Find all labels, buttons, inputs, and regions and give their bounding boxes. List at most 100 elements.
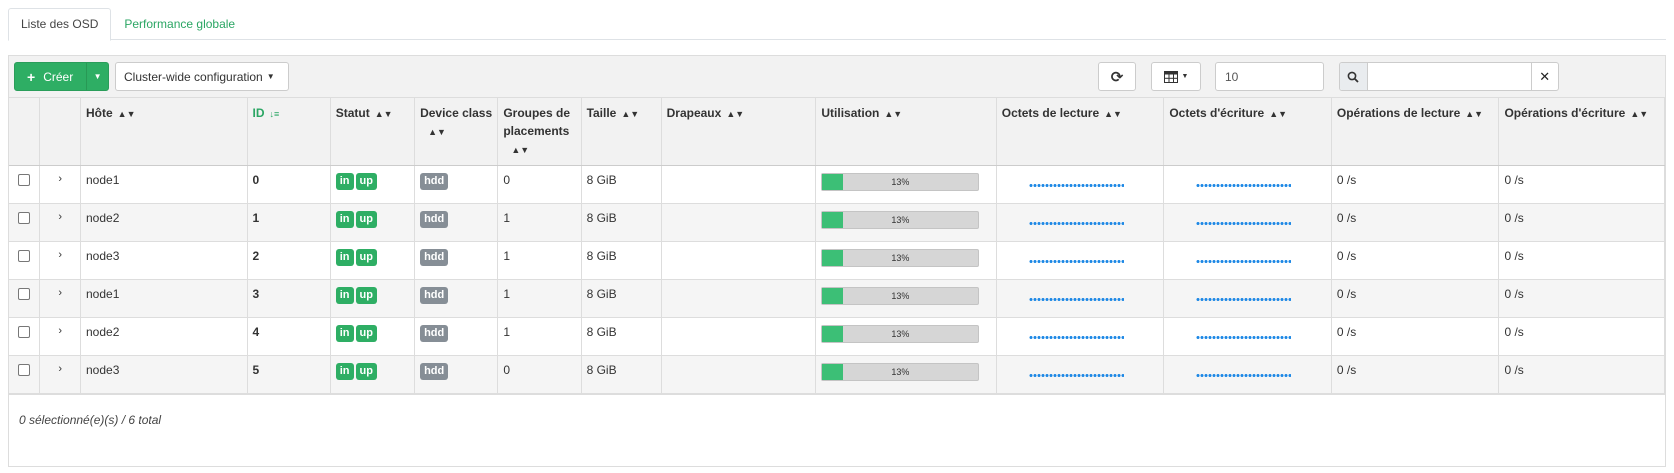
cell-device-class: hdd	[414, 165, 499, 204]
column-header-read-bytes[interactable]: Octets de lecture ▲▼	[996, 98, 1165, 166]
row-checkbox[interactable]	[18, 250, 30, 262]
status-badge-up: up	[355, 287, 377, 304]
cluster-config-label: Cluster-wide configuration	[124, 69, 263, 84]
refresh-button[interactable]: ⟳	[1098, 62, 1136, 91]
column-header-label: Drapeaux	[666, 106, 722, 120]
usage-bar: 13%	[821, 211, 980, 229]
column-header-read-ops[interactable]: Opérations de lecture ▲▼	[1331, 98, 1500, 166]
sort-icon: ▲▼	[726, 109, 745, 119]
table-row[interactable]: › node1 0 in up hdd 0 8 GiB 13% 0 /s 0 /s	[9, 165, 1665, 204]
cell-write-bytes	[1163, 203, 1332, 242]
status-badge-in: in	[335, 325, 354, 342]
chevron-right-icon: ›	[58, 173, 63, 185]
row-checkbox[interactable]	[18, 288, 30, 300]
column-header-host[interactable]: Hôte ▲▼	[80, 98, 248, 166]
row-expand-toggle[interactable]: ›	[39, 317, 81, 356]
write-bytes-sparkline	[1196, 335, 1292, 340]
column-header-status[interactable]: Statut ▲▼	[330, 98, 416, 166]
device-class-badge: hdd	[420, 325, 449, 342]
column-header-label: Hôte	[86, 106, 113, 120]
cell-read-ops: 0 /s	[1331, 165, 1500, 204]
write-bytes-sparkline	[1196, 373, 1292, 378]
cell-flags	[661, 165, 817, 204]
column-header-write-bytes[interactable]: Octets d'écriture ▲▼	[1163, 98, 1332, 166]
tab-osd-list[interactable]: Liste des OSD	[8, 8, 112, 41]
cell-read-bytes	[996, 165, 1165, 204]
row-select-cell	[9, 203, 41, 242]
row-expand-toggle[interactable]: ›	[39, 165, 81, 204]
column-header-placement-groups[interactable]: Groupes de placements ▲▼	[497, 98, 582, 166]
create-button[interactable]: + Créer	[15, 63, 86, 90]
cell-size: 8 GiB	[581, 241, 662, 280]
search-input[interactable]	[1367, 63, 1531, 90]
row-select-cell	[9, 317, 41, 356]
column-header-flags[interactable]: Drapeaux ▲▼	[661, 98, 817, 166]
cell-usage: 13%	[815, 203, 997, 242]
cell-flags	[661, 279, 817, 318]
column-header-label: Statut	[335, 106, 370, 120]
table-row[interactable]: › node2 4 in up hdd 1 8 GiB 13% 0 /s 0 /s	[9, 317, 1665, 356]
sort-icon: ▲▼	[621, 109, 640, 119]
sort-icon: ▲▼	[1630, 109, 1649, 119]
table-footer-summary: 0 sélectionné(e)(s) / 6 total	[9, 394, 1665, 444]
table-row[interactable]: › node1 3 in up hdd 1 8 GiB 13% 0 /s 0 /s	[9, 279, 1665, 318]
row-expand-toggle[interactable]: ›	[39, 241, 81, 280]
table-row[interactable]: › node3 5 in up hdd 0 8 GiB 13% 0 /s 0 /s	[9, 355, 1665, 394]
cell-read-ops: 0 /s	[1331, 279, 1500, 318]
column-header-label: Utilisation	[821, 106, 880, 120]
column-header-device-class[interactable]: Device class ▲▼	[414, 98, 499, 166]
osd-table-panel: + Créer ▼ Cluster-wide configuration ▼ ⟳…	[8, 55, 1666, 467]
row-expand-toggle[interactable]: ›	[39, 355, 81, 394]
status-badge-in: in	[335, 287, 354, 304]
status-badge-in: in	[335, 173, 354, 190]
cell-status: in up	[330, 355, 416, 394]
cell-id: 2	[247, 241, 331, 280]
cell-status: in up	[330, 203, 416, 242]
column-toggle-button[interactable]: ▼	[1151, 62, 1201, 91]
clear-search-button[interactable]: ✕	[1530, 63, 1559, 90]
usage-text: 13%	[891, 253, 910, 263]
read-bytes-sparkline	[1028, 373, 1124, 378]
cell-placement-groups: 0	[497, 355, 582, 394]
cell-read-ops: 0 /s	[1331, 355, 1500, 394]
row-checkbox[interactable]	[18, 174, 30, 186]
column-header-usage[interactable]: Utilisation ▲▼	[815, 98, 997, 166]
cell-usage: 13%	[815, 165, 997, 204]
cell-id: 5	[247, 355, 331, 394]
row-expand-toggle[interactable]: ›	[39, 279, 81, 318]
caret-down-icon: ▼	[266, 72, 275, 81]
read-bytes-sparkline	[1028, 259, 1124, 264]
cell-read-bytes	[996, 203, 1165, 242]
read-bytes-sparkline	[1028, 335, 1124, 340]
write-bytes-sparkline	[1196, 183, 1292, 188]
create-dropdown-toggle[interactable]: ▼	[86, 63, 108, 90]
tab-bar: Liste des OSD Performance globale	[8, 8, 1666, 41]
column-header-id[interactable]: ID ↓≡	[247, 98, 331, 166]
column-header-label: Groupes de placements	[503, 106, 570, 138]
row-expand-toggle[interactable]: ›	[39, 203, 81, 242]
device-class-badge: hdd	[420, 287, 449, 304]
table-row[interactable]: › node3 2 in up hdd 1 8 GiB 13% 0 /s 0 /s	[9, 241, 1665, 280]
cell-device-class: hdd	[414, 241, 499, 280]
row-checkbox[interactable]	[18, 212, 30, 224]
page-size-input[interactable]: 10	[1215, 62, 1324, 91]
column-header-size[interactable]: Taille ▲▼	[581, 98, 662, 166]
search-icon	[1340, 63, 1368, 90]
cluster-config-dropdown[interactable]: Cluster-wide configuration ▼	[115, 62, 289, 91]
column-header-write-ops[interactable]: Opérations d'écriture ▲▼	[1498, 98, 1665, 166]
cell-usage: 13%	[815, 241, 997, 280]
row-checkbox[interactable]	[18, 364, 30, 376]
table-row[interactable]: › node2 1 in up hdd 1 8 GiB 13% 0 /s 0 /s	[9, 203, 1665, 242]
cell-device-class: hdd	[414, 355, 499, 394]
cell-flags	[661, 355, 817, 394]
write-bytes-sparkline	[1196, 221, 1292, 226]
expand-header	[39, 98, 81, 166]
cell-write-ops: 0 /s	[1498, 203, 1665, 242]
cell-write-ops: 0 /s	[1498, 165, 1665, 204]
sort-icon: ▲▼	[117, 109, 136, 119]
column-header-label: Octets de lecture	[1001, 106, 1100, 120]
row-checkbox[interactable]	[18, 326, 30, 338]
tab-global-performance[interactable]: Performance globale	[111, 8, 248, 41]
osd-table: Hôte ▲▼ ID ↓≡ Statut ▲▼ Device class ▲▼ Grou…	[9, 98, 1665, 394]
cell-flags	[661, 203, 817, 242]
